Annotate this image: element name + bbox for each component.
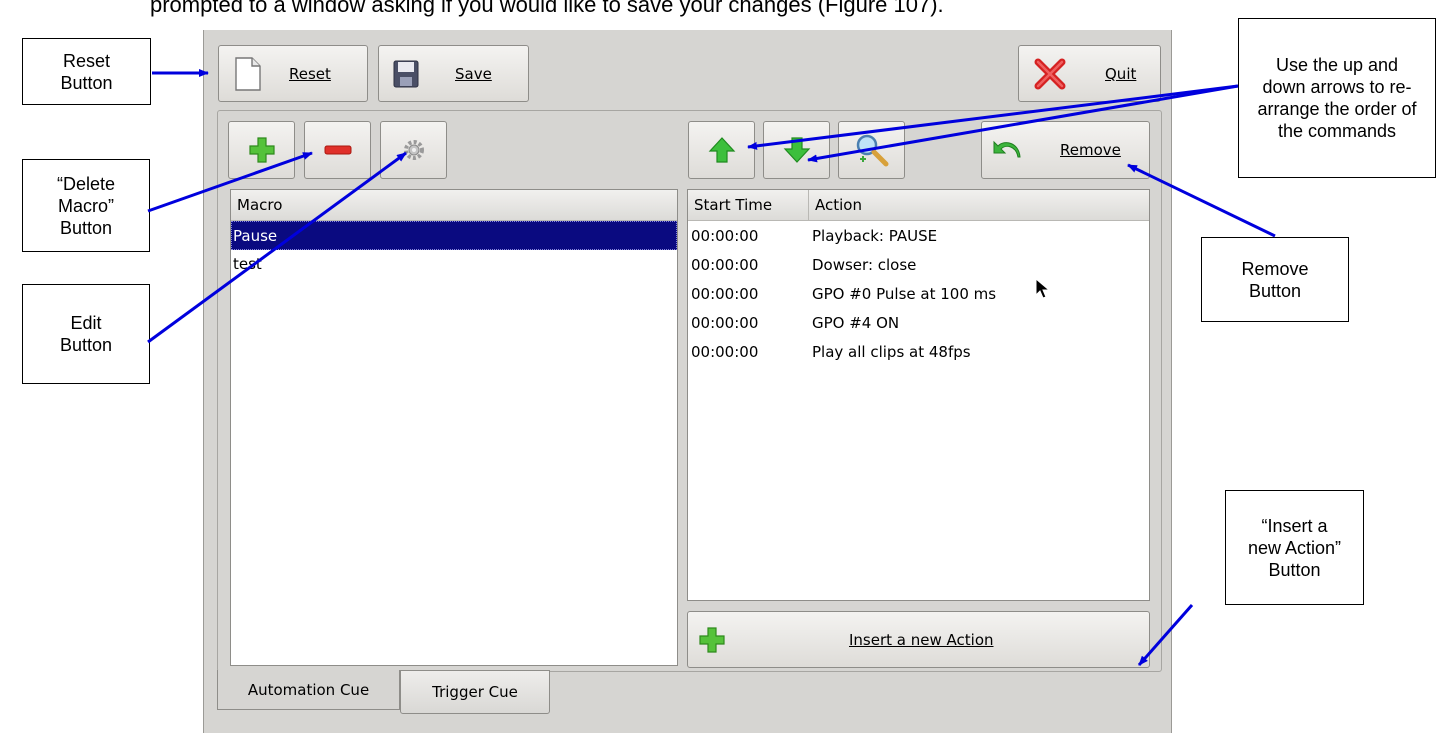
start-time-cell: 00:00:00 (691, 284, 759, 303)
floppy-disk-icon (393, 60, 419, 87)
macro-list-item[interactable]: Pause (231, 221, 677, 250)
macro-editor-window: Reset Save Quit Remove Macro Pause test … (203, 30, 1172, 733)
plus-icon (699, 626, 725, 653)
red-x-icon (1034, 58, 1066, 89)
plus-icon (248, 137, 275, 163)
edit-macro-button[interactable] (380, 121, 447, 179)
move-up-button[interactable] (688, 121, 755, 179)
reset-callout: Reset Button (22, 38, 151, 105)
macro-list[interactable]: Macro Pause test (230, 189, 678, 666)
action-list[interactable]: Start Time Action 00:00:00 Playback: PAUS… (687, 189, 1150, 601)
add-macro-button[interactable] (228, 121, 295, 179)
mouse-cursor-icon (1035, 278, 1051, 299)
minus-icon (324, 145, 351, 155)
insert-callout: “Insert a new Action” Button (1225, 490, 1364, 605)
intro-text: prompted to a window asking if you would… (150, 0, 944, 17)
insert-action-label: Insert a new Action (849, 630, 994, 649)
remove-callout-text: Remove Button (1241, 258, 1309, 301)
zoom-action-button[interactable] (838, 121, 905, 179)
action-row[interactable]: 00:00:00 Dowser: close (688, 250, 1149, 279)
macro-panel: Remove Macro Pause test Start Time Actio… (217, 110, 1162, 672)
action-column-header[interactable]: Action (809, 190, 1149, 220)
action-cell: Play all clips at 48fps (812, 342, 971, 361)
quit-label: Quit (1105, 64, 1137, 83)
up-arrow-icon (708, 137, 735, 163)
arrows-callout-text: Use the up and down arrows to re-arrange… (1257, 55, 1417, 141)
delete-macro-callout: “Delete Macro” Button (22, 159, 150, 252)
delete-macro-callout-text: “Delete Macro” Button (56, 173, 116, 238)
tab-automation-cue-label: Automation Cue (247, 680, 370, 699)
action-cell: Dowser: close (812, 255, 917, 274)
reset-button[interactable]: Reset (218, 45, 368, 102)
action-row[interactable]: 00:00:00 Playback: PAUSE (688, 221, 1149, 250)
action-row[interactable]: 00:00:00 Play all clips at 48fps (688, 337, 1149, 366)
tab-trigger-cue-label: Trigger Cue (432, 683, 518, 701)
macro-list-header: Macro (231, 190, 677, 221)
start-time-cell: 00:00:00 (691, 255, 759, 274)
action-row[interactable]: 00:00:00 GPO #0 Pulse at 100 ms (688, 279, 1149, 308)
save-label: Save (455, 64, 492, 83)
undo-arrow-icon (993, 140, 1021, 158)
action-cell: Playback: PAUSE (812, 226, 938, 245)
delete-macro-button[interactable] (304, 121, 371, 179)
start-time-column-header[interactable]: Start Time (688, 190, 809, 220)
down-arrow-icon (783, 137, 810, 163)
quit-button[interactable]: Quit (1018, 45, 1161, 102)
document-icon (235, 56, 261, 91)
reset-callout-text: Reset Button (60, 50, 113, 93)
macro-list-item[interactable]: test (231, 250, 677, 278)
edit-callout-text: Edit Button (59, 313, 113, 355)
arrows-callout: Use the up and down arrows to re-arrange… (1238, 18, 1436, 178)
action-cell: GPO #0 Pulse at 100 ms (812, 284, 997, 303)
magnifier-icon (856, 134, 888, 167)
edit-callout: Edit Button (22, 284, 150, 384)
action-row[interactable]: 00:00:00 GPO #4 ON (688, 308, 1149, 337)
action-cell: GPO #4 ON (812, 313, 900, 332)
macro-name: test (233, 255, 262, 273)
gear-icon (403, 140, 424, 160)
start-time-cell: 00:00:00 (691, 342, 759, 361)
macro-column-header[interactable]: Macro (231, 190, 677, 220)
insert-callout-text: “Insert a new Action” Button (1247, 515, 1342, 580)
tab-automation-cue[interactable]: Automation Cue (217, 670, 400, 710)
start-time-cell: 00:00:00 (691, 313, 759, 332)
remove-action-button[interactable]: Remove (981, 121, 1150, 179)
reset-label: Reset (289, 64, 331, 83)
tab-trigger-cue[interactable]: Trigger Cue (400, 670, 550, 714)
remove-label: Remove (1060, 141, 1121, 159)
insert-action-button[interactable]: Insert a new Action (687, 611, 1150, 668)
macro-name: Pause (233, 226, 278, 245)
move-down-button[interactable] (763, 121, 830, 179)
action-list-header: Start Time Action (688, 190, 1149, 221)
remove-callout: Remove Button (1201, 237, 1349, 322)
save-button[interactable]: Save (378, 45, 529, 102)
start-time-cell: 00:00:00 (691, 226, 759, 245)
